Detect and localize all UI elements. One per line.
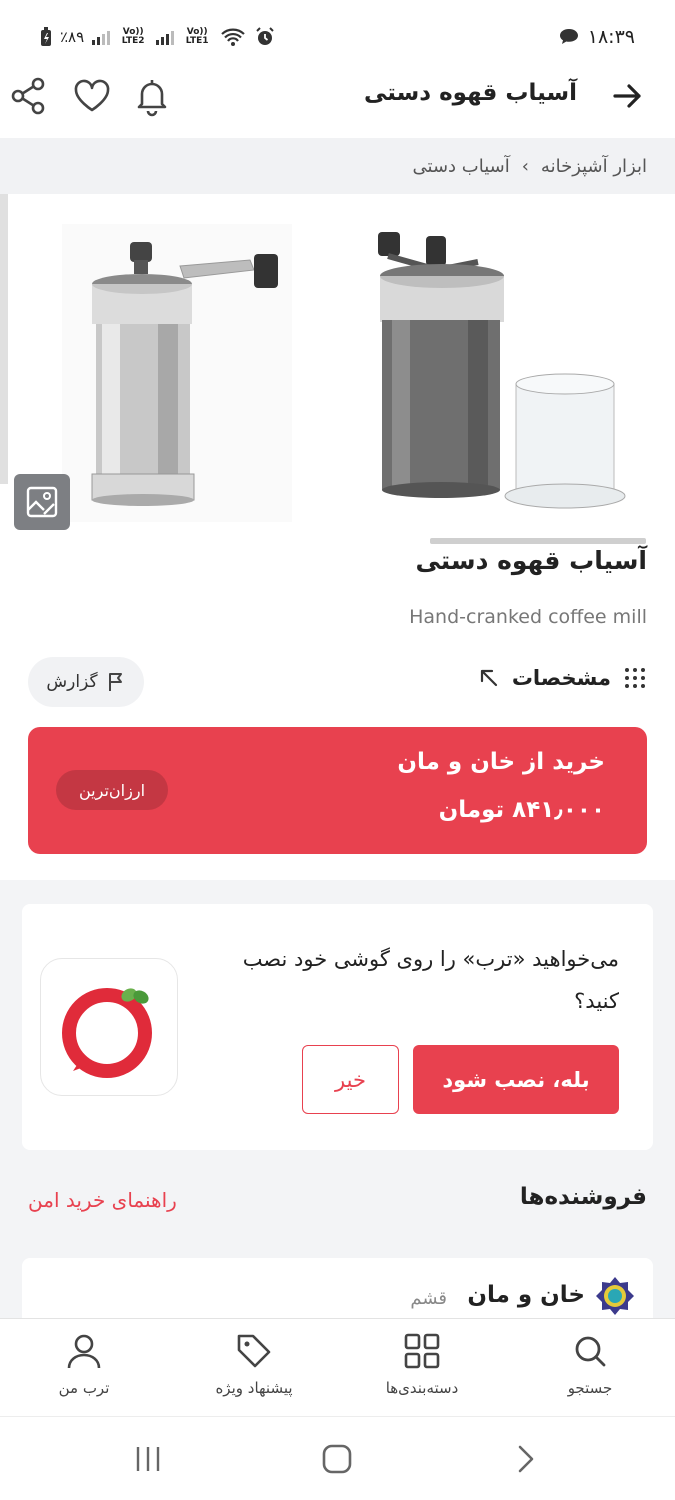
bottom-navigation: جستجو دسته‌بندی‌ها پیشنهاد ویژه ترب من — [0, 1318, 675, 1416]
breadcrumb-item-kitchen-tools[interactable]: ابزار آشپزخانه — [541, 156, 647, 177]
buy-store-label: خرید از خان و مان — [397, 749, 605, 775]
report-button[interactable]: گزارش — [28, 657, 144, 707]
breadcrumb: ابزار آشپزخانه › آسیاب دستی — [0, 138, 675, 194]
buy-price: ۸۴۱٫۰۰۰ تومان — [438, 797, 605, 823]
arrow-up-left-icon — [480, 669, 497, 687]
back-arrow-icon[interactable] — [607, 76, 647, 116]
specs-label: مشخصات — [511, 666, 611, 690]
nav-categories-label: دسته‌بندی‌ها — [385, 1379, 459, 1397]
install-prompt-card: می‌خواهید «ترب» را روی گوشی خود نصب کنید… — [22, 904, 653, 1150]
breadcrumb-separator: › — [521, 155, 529, 177]
sim2-label: Vo)) LTE1 — [185, 27, 209, 46]
seller-name: خان و مان — [467, 1282, 585, 1308]
flag-icon — [108, 673, 122, 691]
buy-button[interactable]: خرید از خان و مان ۸۴۱٫۰۰۰ تومان ارزان‌تر… — [28, 727, 647, 854]
gallery-indicator — [430, 538, 646, 544]
seller-logo — [596, 1277, 634, 1315]
bell-icon[interactable] — [130, 74, 174, 118]
nav-my-torob-label: ترب من — [58, 1379, 110, 1397]
install-question: می‌خواهید «ترب» را روی گوشی خود نصب کنید… — [242, 947, 619, 1013]
signal-icon-2 — [156, 29, 175, 45]
system-navigation-bar — [0, 1416, 675, 1500]
recent-apps-icon[interactable] — [130, 1443, 166, 1475]
nav-special-offers[interactable]: پیشنهاد ویژه — [194, 1331, 314, 1397]
product-image-2[interactable] — [62, 224, 292, 522]
user-icon — [67, 1334, 101, 1369]
nav-categories[interactable]: دسته‌بندی‌ها — [362, 1331, 482, 1397]
wifi-icon — [221, 28, 245, 46]
nav-search-label: جستجو — [567, 1379, 613, 1397]
breadcrumb-item-manual-grinder[interactable]: آسیاب دستی — [413, 156, 510, 177]
product-subtitle: Hand-cranked coffee mill — [409, 606, 647, 628]
dots-grid-icon — [625, 668, 645, 688]
status-bar: ۱۸:۳۹ ٪۸۹ Vo)) LTE2 Vo)) LTE1 — [0, 0, 675, 72]
image-gallery-icon — [26, 486, 58, 518]
nav-search[interactable]: جستجو — [530, 1331, 650, 1397]
torob-app-logo — [40, 958, 178, 1096]
grid-icon — [404, 1333, 440, 1369]
gallery-view-button[interactable] — [14, 474, 70, 530]
battery-level: ٪۸۹ — [60, 28, 85, 46]
torob-logo-icon — [62, 988, 152, 1078]
install-yes-button[interactable]: بله، نصب شود — [413, 1045, 619, 1114]
status-time-group: ۱۸:۳۹ — [558, 26, 635, 48]
safe-purchase-guide-link[interactable]: راهنمای خرید امن — [28, 1188, 177, 1212]
report-label: گزارش — [46, 672, 98, 692]
nav-my-torob[interactable]: ترب من — [24, 1331, 144, 1397]
battery-icon — [41, 27, 51, 46]
home-icon[interactable] — [318, 1441, 356, 1477]
status-time: ۱۸:۳۹ — [587, 26, 635, 48]
alarm-icon — [256, 27, 274, 45]
heart-icon[interactable] — [70, 74, 114, 118]
sim1-label: Vo)) LTE2 — [121, 27, 145, 46]
nav-special-offers-label: پیشنهاد ویژه — [215, 1379, 293, 1397]
status-indicators: ٪۸۹ Vo)) LTE2 Vo)) LTE1 — [40, 26, 276, 48]
page-title: آسیاب قهوه دستی — [364, 80, 577, 106]
back-icon[interactable] — [508, 1441, 542, 1477]
chat-bubble-icon — [559, 29, 578, 44]
install-no-button[interactable]: خیر — [302, 1045, 399, 1114]
search-icon — [575, 1336, 606, 1367]
product-image-1[interactable] — [358, 224, 648, 522]
app-header: آسیاب قهوه دستی — [0, 72, 675, 138]
share-icon[interactable] — [6, 74, 50, 118]
tag-icon — [237, 1334, 271, 1368]
product-gallery[interactable] — [0, 194, 675, 544]
specs-link[interactable]: مشخصات — [478, 666, 647, 690]
seller-city: قشم — [410, 1288, 447, 1309]
cheapest-badge: ارزان‌ترین — [56, 770, 168, 810]
signal-icon — [92, 29, 111, 45]
sellers-heading: فروشنده‌ها — [519, 1184, 647, 1210]
product-title: آسیاب قهوه دستی — [415, 546, 648, 575]
gallery-edge — [0, 194, 8, 484]
